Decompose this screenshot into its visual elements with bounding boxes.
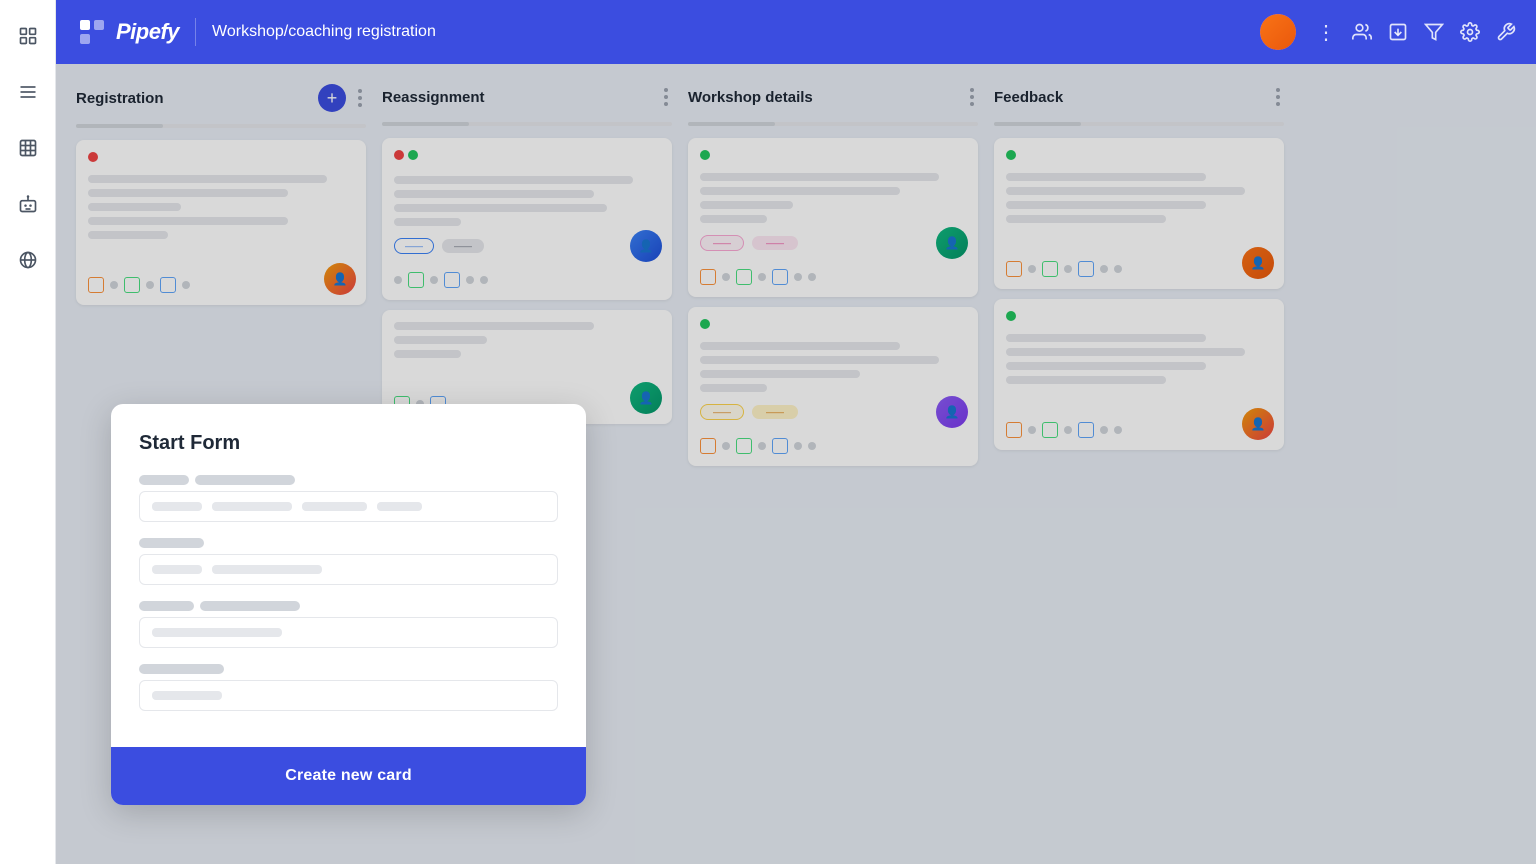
form-input-3[interactable]	[139, 617, 558, 648]
form-label-bar-2	[139, 538, 204, 548]
sidebar-item-table[interactable]	[12, 132, 44, 164]
form-input-content-3	[152, 628, 282, 637]
sidebar-item-globe[interactable]	[12, 244, 44, 276]
form-input-1[interactable]	[139, 491, 558, 522]
wrench-icon[interactable]	[1496, 22, 1516, 42]
sidebar-item-list[interactable]	[12, 76, 44, 108]
header-actions: ⋮	[1260, 14, 1516, 50]
modal-title: Start Form	[139, 432, 558, 455]
modal-content: Start Form	[111, 404, 586, 747]
form-input-content-2	[152, 565, 322, 574]
members-icon[interactable]	[1352, 22, 1372, 42]
sidebar-item-grid[interactable]	[12, 20, 44, 52]
form-group-1	[139, 475, 558, 522]
form-input-2[interactable]	[139, 554, 558, 585]
sidebar-item-bot[interactable]	[12, 188, 44, 220]
form-input-content-4	[152, 691, 222, 700]
create-new-card-button[interactable]: Create new card	[111, 747, 586, 805]
form-label-bar-4	[139, 664, 224, 674]
form-label-4	[139, 664, 558, 674]
board: Registration + 👤	[56, 64, 1536, 864]
form-group-3	[139, 601, 558, 648]
header-more-button[interactable]: ⋮	[1316, 20, 1336, 45]
form-label-2	[139, 538, 558, 548]
filter-icon[interactable]	[1424, 22, 1444, 42]
form-label-bar-3b	[200, 601, 300, 611]
form-label-bar-1b	[195, 475, 295, 485]
form-label-bar-1a	[139, 475, 189, 485]
header-title: Workshop/coaching registration	[212, 23, 1260, 41]
settings-icon[interactable]	[1460, 22, 1480, 42]
form-label-1	[139, 475, 558, 485]
header: Pipefy Workshop/coaching registration ⋮	[56, 0, 1536, 64]
user-avatar[interactable]	[1260, 14, 1296, 50]
start-form-modal: Start Form	[111, 404, 586, 805]
form-input-4[interactable]	[139, 680, 558, 711]
import-icon[interactable]	[1388, 22, 1408, 42]
form-label-bar-3a	[139, 601, 194, 611]
form-group-4	[139, 664, 558, 711]
main-area: Pipefy Workshop/coaching registration ⋮	[56, 0, 1536, 864]
form-label-3	[139, 601, 558, 611]
logo: Pipefy	[76, 16, 179, 48]
sidebar	[0, 0, 56, 864]
form-group-2	[139, 538, 558, 585]
form-input-content-1	[152, 502, 422, 511]
logo-text: Pipefy	[116, 19, 179, 45]
